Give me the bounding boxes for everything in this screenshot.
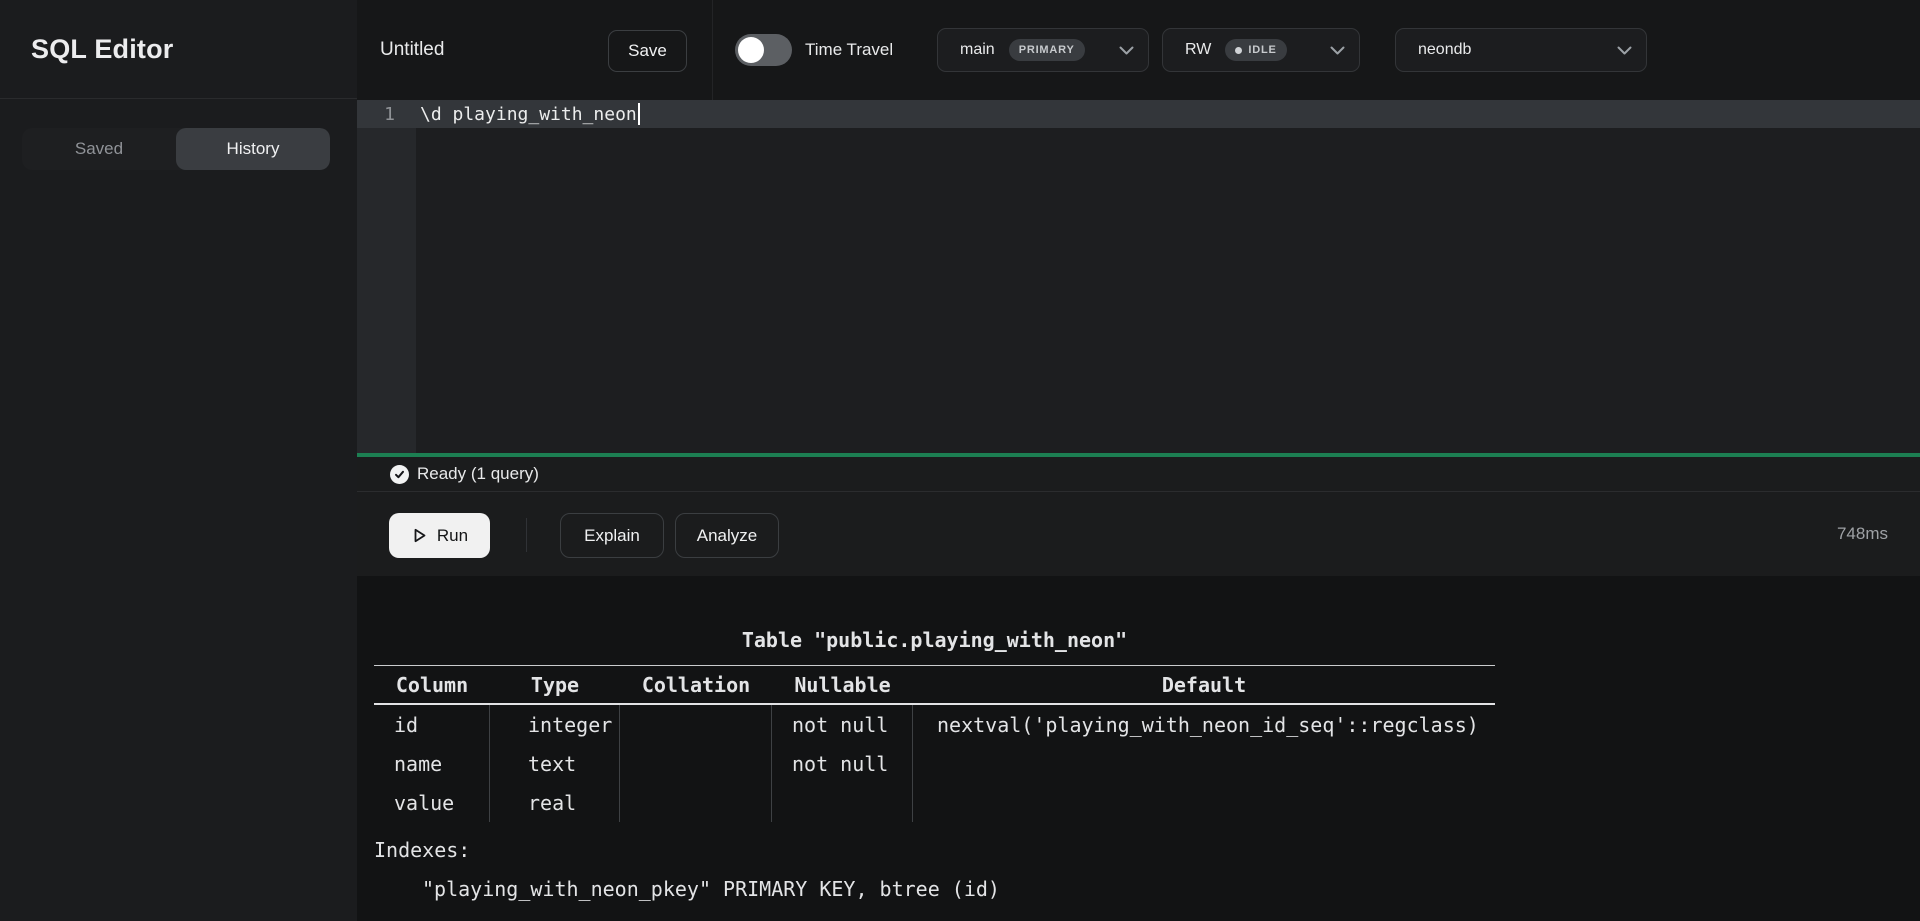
chevron-down-icon — [1617, 46, 1632, 55]
tab-history[interactable]: History — [176, 128, 330, 170]
cell-collation — [620, 783, 772, 822]
column-header: Type — [490, 666, 620, 703]
sidebar-header: SQL Editor — [0, 0, 357, 99]
toolbar-separator — [526, 518, 527, 552]
database-select[interactable]: neondb — [1395, 28, 1647, 72]
cell-default — [913, 744, 1495, 783]
text-cursor — [638, 103, 640, 125]
cell-nullable — [772, 783, 913, 822]
run-button[interactable]: Run — [389, 513, 490, 558]
cell-column: value — [374, 783, 490, 822]
index-definition: "playing_with_neon_pkey" PRIMARY KEY, bt… — [422, 877, 1000, 901]
topbar: Untitled Save Time Travel main PRIMARY R… — [357, 0, 1920, 100]
play-icon — [411, 527, 428, 544]
time-travel-toggle[interactable] — [735, 34, 792, 66]
cell-collation — [620, 744, 772, 783]
compute-status-text: IDLE — [1248, 44, 1276, 56]
compute-select[interactable]: RW IDLE — [1162, 28, 1360, 72]
branch-select[interactable]: main PRIMARY — [937, 28, 1149, 72]
tab-saved[interactable]: Saved — [22, 128, 176, 170]
cell-type: text — [490, 744, 620, 783]
query-title[interactable]: Untitled — [380, 0, 444, 100]
result-table-body: id integer not null nextval('playing_wit… — [374, 705, 1495, 822]
cell-default — [913, 783, 1495, 822]
time-travel-label: Time Travel — [805, 0, 893, 100]
chevron-down-icon — [1330, 46, 1345, 55]
toggle-knob-icon — [738, 37, 764, 63]
line-number-gutter — [357, 100, 416, 453]
actions-toolbar: Run Explain Analyze 748ms — [357, 492, 1920, 576]
table-row: id integer not null nextval('playing_wit… — [374, 705, 1495, 744]
result-table-header-row: Column Type Collation Nullable Default — [374, 666, 1495, 705]
table-row: name text not null — [374, 744, 1495, 783]
analyze-button[interactable]: Analyze — [675, 513, 779, 558]
sql-editor-app: SQL Editor Saved History Untitled Save T… — [0, 0, 1920, 921]
cell-default: nextval('playing_with_neon_id_seq'::regc… — [913, 705, 1495, 744]
status-message: Ready (1 query) — [417, 464, 539, 484]
query-duration: 748ms — [1837, 492, 1888, 576]
explain-button[interactable]: Explain — [560, 513, 664, 558]
cell-type: real — [490, 783, 620, 822]
compute-status-badge: IDLE — [1225, 39, 1286, 61]
cell-column: name — [374, 744, 490, 783]
compute-name: RW — [1185, 41, 1211, 59]
code-text: \d playing_with_neon — [420, 104, 637, 125]
topbar-divider — [712, 0, 713, 100]
run-label: Run — [437, 526, 468, 546]
sidebar: SQL Editor Saved History — [0, 0, 357, 921]
saved-history-segmented-control: Saved History — [22, 128, 330, 170]
branch-primary-badge: PRIMARY — [1009, 39, 1085, 61]
idle-status-dot-icon — [1235, 47, 1242, 54]
branch-name: main — [960, 41, 995, 59]
database-name: neondb — [1418, 41, 1471, 59]
status-bar: Ready (1 query) — [357, 457, 1920, 491]
cell-column: id — [374, 705, 490, 744]
column-header: Collation — [620, 666, 772, 703]
ready-check-icon — [390, 465, 409, 484]
table-row: value real — [374, 783, 1495, 822]
cell-collation — [620, 705, 772, 744]
results-pane: Table "public.playing_with_neon" Column … — [357, 576, 1920, 921]
line-number: 1 — [357, 104, 395, 125]
cell-type: integer — [490, 705, 620, 744]
cell-nullable: not null — [772, 744, 913, 783]
chevron-down-icon — [1119, 46, 1134, 55]
column-header: Nullable — [772, 666, 913, 703]
column-header: Column — [374, 666, 490, 703]
code-editor[interactable]: 1 \d playing_with_neon — [357, 100, 1920, 453]
active-code-line[interactable]: 1 \d playing_with_neon — [357, 100, 1920, 128]
result-table-title: Table "public.playing_with_neon" — [374, 628, 1495, 652]
save-button[interactable]: Save — [608, 30, 687, 72]
column-header: Default — [913, 666, 1495, 703]
result-table: Column Type Collation Nullable Default i… — [374, 665, 1495, 822]
cell-nullable: not null — [772, 705, 913, 744]
page-title: SQL Editor — [31, 34, 174, 65]
indexes-label: Indexes: — [374, 838, 470, 862]
